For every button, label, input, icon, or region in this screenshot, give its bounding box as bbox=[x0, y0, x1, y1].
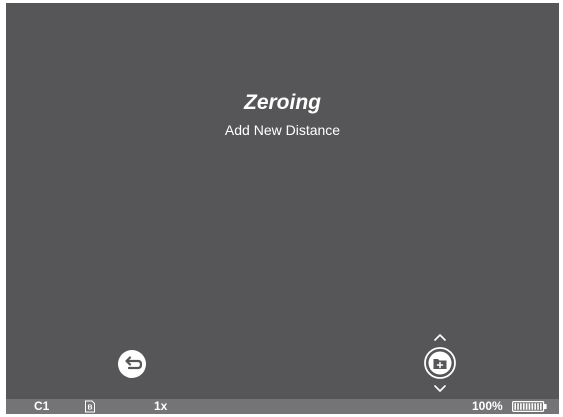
battery-cell bbox=[528, 403, 531, 410]
battery-cell bbox=[517, 403, 519, 410]
battery-cell bbox=[534, 403, 536, 410]
battery-cell bbox=[540, 403, 542, 410]
add-distance-button[interactable] bbox=[424, 347, 456, 379]
battery-cell bbox=[537, 403, 539, 410]
battery-cell bbox=[525, 403, 528, 410]
battery-cell bbox=[531, 403, 534, 410]
battery-percentage: 100% bbox=[472, 399, 503, 413]
chevron-down-icon[interactable] bbox=[433, 385, 447, 393]
screen-subtitle: Add New Distance bbox=[224, 122, 341, 138]
screen-title: Zeroing bbox=[244, 91, 321, 114]
back-arrow-icon bbox=[118, 350, 146, 378]
chevron-up-icon[interactable] bbox=[433, 333, 447, 341]
profile-indicator: C1 bbox=[34, 399, 50, 413]
battery-icon bbox=[512, 401, 547, 412]
ballistic-profile-icon: B bbox=[85, 400, 95, 413]
status-bar: C1 B 1x 100% bbox=[6, 399, 559, 414]
device-screen: Zeroing Add New Distance C1 B 1x 100% bbox=[6, 3, 559, 414]
folder-add-icon bbox=[424, 347, 456, 379]
battery-cell bbox=[522, 403, 525, 410]
ballistic-profile-label: B bbox=[87, 405, 92, 412]
battery-cell bbox=[514, 403, 516, 410]
battery-cell bbox=[520, 403, 522, 410]
nav-cluster bbox=[420, 333, 460, 393]
back-button[interactable] bbox=[117, 349, 147, 379]
zoom-indicator: 1x bbox=[154, 399, 168, 413]
